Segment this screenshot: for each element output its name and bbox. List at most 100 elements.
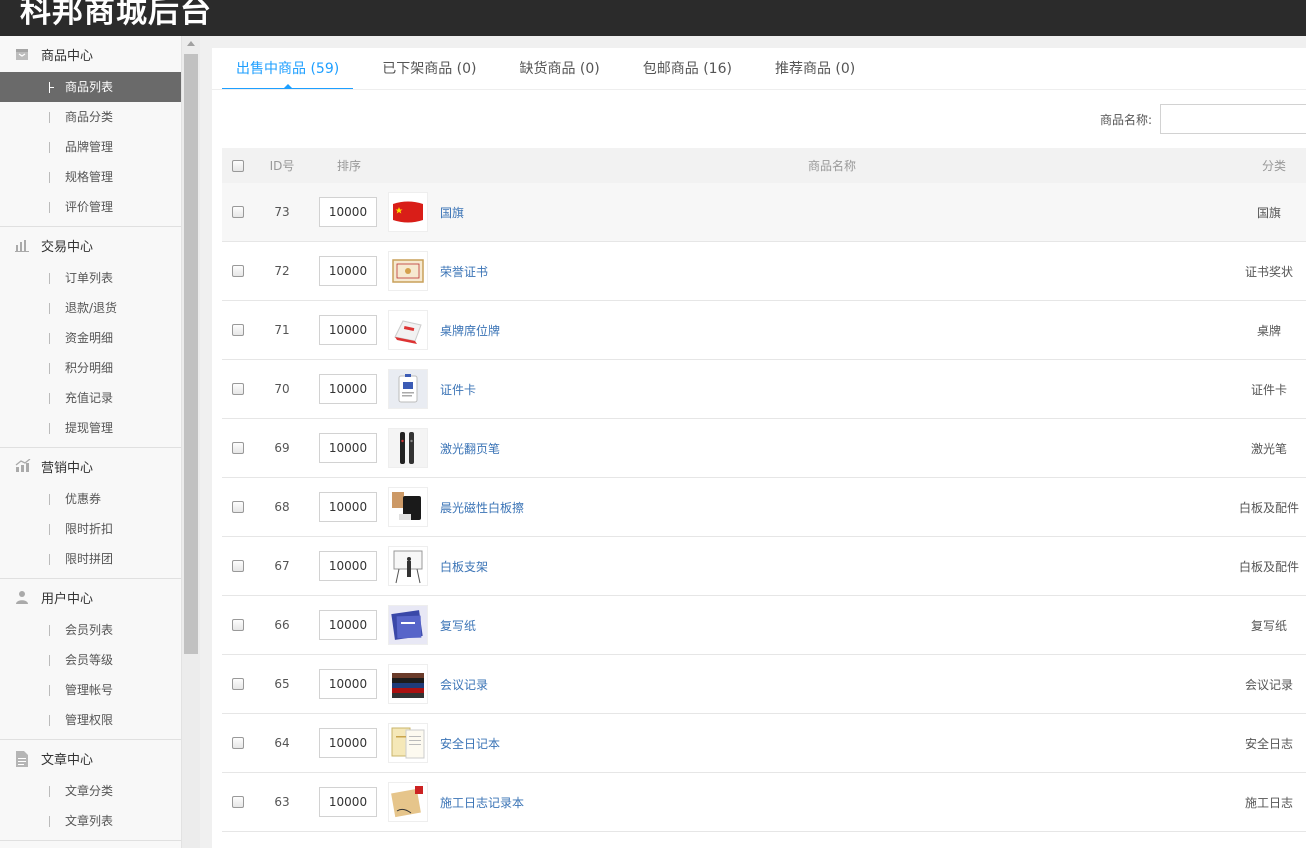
- table-row[interactable]: 69 10000 激光翻页笔 激光笔: [222, 419, 1306, 478]
- sidebar-item[interactable]: 品牌管理: [0, 132, 181, 162]
- scrollbar-thumb[interactable]: [184, 54, 198, 654]
- product-name-link[interactable]: 荣誉证书: [440, 263, 488, 280]
- sidebar-item[interactable]: 资金明细: [0, 323, 181, 353]
- tab[interactable]: 出售中商品 (59): [222, 48, 354, 90]
- search-label: 商品名称:: [1100, 113, 1153, 127]
- row-checkbox[interactable]: [232, 501, 244, 513]
- sidebar-item[interactable]: 充值记录: [0, 383, 181, 413]
- tab-label: 缺货商品 (0): [519, 61, 600, 77]
- sidebar-group-header[interactable]: 商品中心: [0, 36, 181, 72]
- table-header: ID号 排序 商品名称 分类: [222, 148, 1306, 183]
- row-checkbox[interactable]: [232, 560, 244, 572]
- product-thumbnail[interactable]: [388, 192, 428, 232]
- product-thumbnail[interactable]: [388, 251, 428, 291]
- table-row[interactable]: 71 10000 桌牌席位牌 桌牌: [222, 301, 1306, 360]
- sidebar-item[interactable]: 积分明细: [0, 353, 181, 383]
- tab[interactable]: 包邮商品 (16): [629, 48, 746, 90]
- table-row[interactable]: 67 10000 白板支架 白板及配件: [222, 537, 1306, 596]
- product-thumbnail[interactable]: [388, 310, 428, 350]
- product-name-search-input[interactable]: [1160, 104, 1306, 134]
- row-checkbox[interactable]: [232, 265, 244, 277]
- sidebar-item[interactable]: 限时拼团: [0, 544, 181, 574]
- sidebar-item[interactable]: 评价管理: [0, 192, 181, 222]
- row-checkbox[interactable]: [232, 796, 244, 808]
- sidebar-item[interactable]: 限时折扣: [0, 514, 181, 544]
- sidebar-group-header[interactable]: 营销中心: [0, 448, 181, 484]
- sort-order-input[interactable]: 10000: [319, 197, 377, 227]
- row-checkbox[interactable]: [232, 619, 244, 631]
- sidebar-item[interactable]: 管理权限: [0, 705, 181, 735]
- sidebar-item[interactable]: 文章列表: [0, 806, 181, 836]
- product-thumbnail[interactable]: [388, 428, 428, 468]
- sidebar-group: 营销中心 优惠券 限时折扣 限时拼团: [0, 448, 181, 579]
- app-title: 科邦商城后台: [20, 0, 212, 30]
- scroll-up-arrow-icon[interactable]: [187, 41, 195, 46]
- product-thumbnail[interactable]: [388, 723, 428, 763]
- table-row[interactable]: 68 10000 晨光磁性白板擦 白板及配件: [222, 478, 1306, 537]
- sidebar-group: 商品中心 商品列表 商品分类 品牌管理 规格管理 评价管理: [0, 36, 181, 227]
- product-thumbnail[interactable]: [388, 782, 428, 822]
- select-all-checkbox[interactable]: [232, 159, 244, 172]
- row-checkbox[interactable]: [232, 206, 244, 218]
- sidebar-group-header[interactable]: 文章中心: [0, 740, 181, 776]
- table-row[interactable]: 73 10000 国旗 国旗: [222, 183, 1306, 242]
- row-checkbox[interactable]: [232, 383, 244, 395]
- sidebar-scrollbar[interactable]: [182, 36, 200, 848]
- product-name-link[interactable]: 施工日志记录本: [440, 794, 524, 811]
- product-name-link[interactable]: 白板支架: [440, 558, 488, 575]
- table-row[interactable]: 70 10000 证件卡 证件卡: [222, 360, 1306, 419]
- main-panel: 出售中商品 (59) 已下架商品 (0) 缺货商品 (0) 包邮商品 (16) 推荐商品…: [212, 48, 1306, 848]
- sort-order-input[interactable]: 10000: [319, 433, 377, 463]
- table-row[interactable]: 66 10000 复写纸 复写纸: [222, 596, 1306, 655]
- row-checkbox[interactable]: [232, 442, 244, 454]
- product-thumbnail[interactable]: [388, 664, 428, 704]
- tab[interactable]: 已下架商品 (0): [368, 48, 490, 90]
- sort-order-input[interactable]: 10000: [319, 256, 377, 286]
- row-id: 66: [274, 618, 290, 632]
- sidebar-group-header[interactable]: 用户中心: [0, 579, 181, 615]
- sort-order-input[interactable]: 10000: [319, 610, 377, 640]
- tab[interactable]: 缺货商品 (0): [505, 48, 613, 90]
- sort-order-input[interactable]: 10000: [319, 669, 377, 699]
- product-thumbnail[interactable]: [388, 487, 428, 527]
- table-row[interactable]: 72 10000 荣誉证书 证书奖状: [222, 242, 1306, 301]
- sort-order-input[interactable]: 10000: [319, 787, 377, 817]
- sidebar: 商品中心 商品列表 商品分类 品牌管理 规格管理 评价管理 交易中心 订单列表 退款/退货 资金明…: [0, 36, 182, 848]
- sidebar-group-header[interactable]: 交易中心: [0, 227, 181, 263]
- row-checkbox[interactable]: [232, 737, 244, 749]
- product-name-link[interactable]: 激光翻页笔: [440, 440, 500, 457]
- sidebar-item[interactable]: 退款/退货: [0, 293, 181, 323]
- sidebar-item[interactable]: 提现管理: [0, 413, 181, 443]
- product-name-link[interactable]: 国旗: [440, 204, 464, 221]
- sidebar-item[interactable]: 商品列表: [0, 72, 181, 102]
- row-checkbox[interactable]: [232, 324, 244, 336]
- sort-order-input[interactable]: 10000: [319, 374, 377, 404]
- product-thumbnail[interactable]: [388, 546, 428, 586]
- sidebar-item[interactable]: 优惠券: [0, 484, 181, 514]
- tab[interactable]: 推荐商品 (0): [761, 48, 869, 90]
- sidebar-item[interactable]: 订单列表: [0, 263, 181, 293]
- sidebar-item[interactable]: 文章分类: [0, 776, 181, 806]
- sidebar-item[interactable]: 商品分类: [0, 102, 181, 132]
- product-name-link[interactable]: 安全日记本: [440, 735, 500, 752]
- product-thumbnail[interactable]: [388, 605, 428, 645]
- table-row[interactable]: 63 10000 施工日志记录本 施工日志: [222, 773, 1306, 832]
- sidebar-item[interactable]: 会员等级: [0, 645, 181, 675]
- product-name-link[interactable]: 复写纸: [440, 617, 476, 634]
- table-row[interactable]: 64 10000 安全日记本 安全日志: [222, 714, 1306, 773]
- product-name-link[interactable]: 证件卡: [440, 381, 476, 398]
- sidebar-item[interactable]: 管理帐号: [0, 675, 181, 705]
- row-id: 72: [274, 264, 290, 278]
- sidebar-item[interactable]: 会员列表: [0, 615, 181, 645]
- row-checkbox[interactable]: [232, 678, 244, 690]
- product-thumbnail[interactable]: [388, 369, 428, 409]
- product-name-link[interactable]: 桌牌席位牌: [440, 322, 500, 339]
- product-name-link[interactable]: 会议记录: [440, 676, 488, 693]
- sort-order-input[interactable]: 10000: [319, 492, 377, 522]
- product-name-link[interactable]: 晨光磁性白板擦: [440, 499, 524, 516]
- sort-order-input[interactable]: 10000: [319, 551, 377, 581]
- sort-order-input[interactable]: 10000: [319, 315, 377, 345]
- table-row[interactable]: 65 10000 会议记录 会议记录: [222, 655, 1306, 714]
- sidebar-item[interactable]: 规格管理: [0, 162, 181, 192]
- sort-order-input[interactable]: 10000: [319, 728, 377, 758]
